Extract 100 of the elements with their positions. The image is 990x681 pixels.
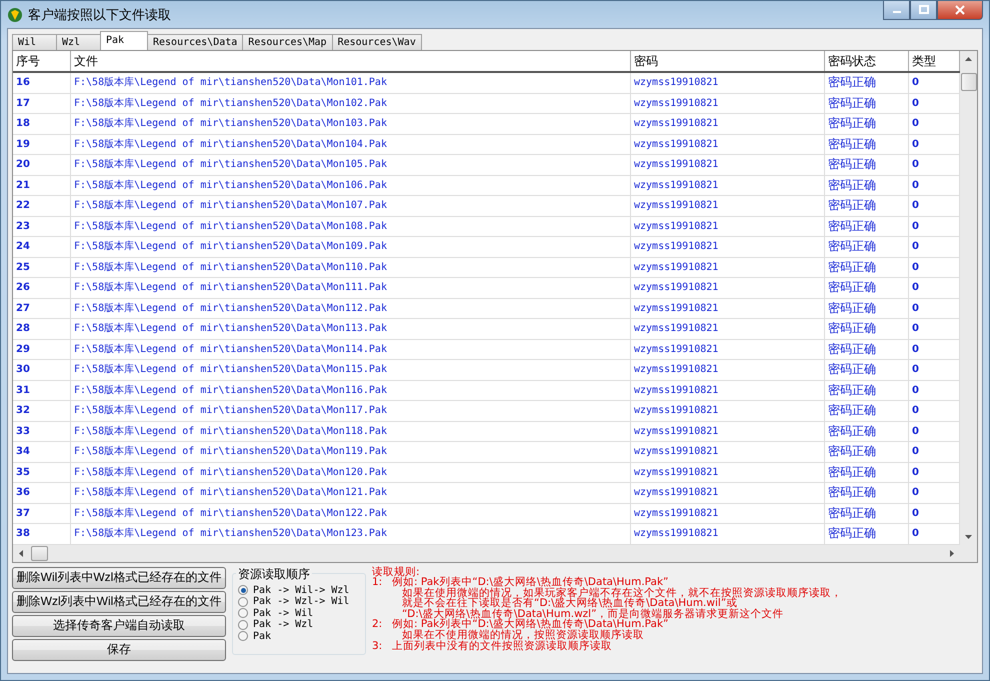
table-cell: 24 bbox=[13, 237, 71, 256]
table-cell: wzymss19910821 bbox=[631, 422, 825, 441]
table-cell: F:\58版本库\Legend of mir\tianshen520\Data\Mon107.Pak bbox=[71, 196, 631, 216]
table-cell: 密码正确 bbox=[825, 524, 909, 544]
tab[interactable]: Resources\Map bbox=[242, 34, 333, 50]
scroll-up-icon bbox=[965, 57, 972, 61]
table-cell: F:\58版本库\Legend of mir\tianshen520\Data\Mon123.Pak bbox=[71, 524, 631, 544]
action-button[interactable]: 选择传奇客户端自动读取 bbox=[12, 614, 226, 636]
table-cell: 密码正确 bbox=[825, 176, 909, 195]
radio-option[interactable]: Pak -> Wil-> Wzl bbox=[238, 584, 360, 596]
action-button[interactable]: 保存 bbox=[12, 638, 226, 660]
table-cell: 22 bbox=[13, 196, 71, 216]
radio-option[interactable]: Pak bbox=[238, 630, 360, 642]
table-cell: wzymss19910821 bbox=[631, 216, 825, 236]
table-cell: wzymss19910821 bbox=[631, 504, 825, 523]
table-cell: 密码正确 bbox=[825, 278, 909, 298]
table-cell: F:\58版本库\Legend of mir\tianshen520\Data\Mon122.Pak bbox=[71, 504, 631, 523]
table-cell: 21 bbox=[13, 176, 71, 195]
scroll-left-icon bbox=[19, 550, 23, 556]
table-cell: wzymss19910821 bbox=[631, 114, 825, 134]
table-cell: 29 bbox=[13, 340, 71, 359]
table-cell: F:\58版本库\Legend of mir\tianshen520\Data\Mon118.Pak bbox=[71, 422, 631, 441]
scroll-thumb[interactable] bbox=[31, 546, 48, 560]
table-cell: wzymss19910821 bbox=[631, 442, 825, 462]
table-cell: 密码正确 bbox=[825, 134, 909, 154]
close-button[interactable] bbox=[937, 1, 983, 20]
horizontal-scrollbar[interactable] bbox=[13, 544, 977, 562]
window-title: 客户端按照以下文件读取 bbox=[28, 6, 171, 24]
action-button[interactable]: 删除Wzl列表中Wil格式已经存在的文件 bbox=[12, 590, 226, 612]
maximize-button[interactable] bbox=[910, 1, 937, 20]
column-header[interactable]: 文件 bbox=[71, 51, 631, 71]
table-cell: 密码正确 bbox=[825, 237, 909, 256]
table-cell: 密码正确 bbox=[825, 340, 909, 359]
table-cell: wzymss19910821 bbox=[631, 340, 825, 359]
table-cell: wzymss19910821 bbox=[631, 401, 825, 420]
table-cell: 28 bbox=[13, 319, 71, 338]
table-cell: 17 bbox=[13, 94, 71, 113]
table-cell: 密码正确 bbox=[825, 319, 909, 338]
table-cell: F:\58版本库\Legend of mir\tianshen520\Data\Mon111.Pak bbox=[71, 278, 631, 298]
table-cell: F:\58版本库\Legend of mir\tianshen520\Data\Mon109.Pak bbox=[71, 237, 631, 256]
table-cell: 密码正确 bbox=[825, 258, 909, 277]
radio-option[interactable]: Pak -> Wil bbox=[238, 608, 360, 619]
column-header[interactable]: 序号 bbox=[13, 51, 71, 71]
table-cell: wzymss19910821 bbox=[631, 94, 825, 113]
table-cell: 26 bbox=[13, 278, 71, 298]
rule-text: 例如: Pak列表中“D:\盛大网络\热血传奇\Data\Hum.Pak” bbox=[392, 619, 668, 630]
table-cell: wzymss19910821 bbox=[631, 319, 825, 338]
table-cell: F:\58版本库\Legend of mir\tianshen520\Data\Mon113.Pak bbox=[71, 319, 631, 338]
table-cell: F:\58版本库\Legend of mir\tianshen520\Data\Mon105.Pak bbox=[71, 155, 631, 174]
tab[interactable]: Pak bbox=[100, 31, 148, 50]
rule-text: 如果在不使用微端的情况，按照资源读取顺序读取 bbox=[402, 630, 644, 641]
table-cell: wzymss19910821 bbox=[631, 196, 825, 216]
table-cell: 密码正确 bbox=[825, 504, 909, 523]
table-cell: wzymss19910821 bbox=[631, 155, 825, 174]
table-cell: 密码正确 bbox=[825, 73, 909, 92]
radio-button[interactable] bbox=[238, 608, 248, 618]
table-cell: wzymss19910821 bbox=[631, 462, 825, 482]
table-cell: wzymss19910821 bbox=[631, 134, 825, 154]
table-cell: F:\58版本库\Legend of mir\tianshen520\Data\Mon110.Pak bbox=[71, 258, 631, 277]
radio-option[interactable]: Pak -> Wzl bbox=[238, 619, 360, 630]
table-cell: F:\58版本库\Legend of mir\tianshen520\Data\Mon117.Pak bbox=[71, 401, 631, 420]
column-header[interactable]: 密码状态 bbox=[825, 51, 909, 71]
table-cell: 16 bbox=[13, 73, 71, 92]
table-cell: F:\58版本库\Legend of mir\tianshen520\Data\Mon115.Pak bbox=[71, 360, 631, 380]
tab[interactable]: Wzl bbox=[56, 34, 101, 50]
group-title: 资源读取顺序 bbox=[236, 566, 312, 582]
vertical-scrollbar[interactable] bbox=[960, 51, 977, 544]
radio-button[interactable] bbox=[238, 596, 248, 607]
table-cell: F:\58版本库\Legend of mir\tianshen520\Data\Mon102.Pak bbox=[71, 94, 631, 113]
table-cell: 31 bbox=[13, 380, 71, 400]
table-cell: 35 bbox=[13, 462, 71, 482]
table-cell: 18 bbox=[13, 114, 71, 134]
action-button[interactable]: 删除Wil列表中Wzl格式已经存在的文件 bbox=[12, 566, 226, 588]
column-header[interactable]: 密码 bbox=[631, 51, 825, 71]
tab[interactable]: Resources\Wav bbox=[332, 34, 422, 50]
table-cell: 34 bbox=[13, 442, 71, 462]
table-cell: 密码正确 bbox=[825, 483, 909, 502]
radio-button[interactable] bbox=[238, 585, 248, 596]
table-cell: 37 bbox=[13, 504, 71, 523]
radio-option[interactable]: Pak -> Wzl-> Wil bbox=[238, 596, 360, 608]
table-cell: 密码正确 bbox=[825, 401, 909, 420]
table-cell: 密码正确 bbox=[825, 442, 909, 462]
radio-button[interactable] bbox=[238, 620, 248, 630]
radio-button[interactable] bbox=[238, 631, 248, 642]
table-cell: wzymss19910821 bbox=[631, 258, 825, 277]
table-cell: 密码正确 bbox=[825, 216, 909, 236]
rule-number: 1: bbox=[372, 576, 382, 588]
table-cell: F:\58版本库\Legend of mir\tianshen520\Data\Mon116.Pak bbox=[71, 380, 631, 400]
minimize-button[interactable] bbox=[883, 1, 910, 20]
table-cell: F:\58版本库\Legend of mir\tianshen520\Data\Mon108.Pak bbox=[71, 216, 631, 236]
scroll-thumb[interactable] bbox=[960, 73, 976, 91]
table-cell: 密码正确 bbox=[825, 462, 909, 482]
table-cell: F:\58版本库\Legend of mir\tianshen520\Data\Mon112.Pak bbox=[71, 298, 631, 318]
table-cell: 19 bbox=[13, 134, 71, 154]
table-cell: F:\58版本库\Legend of mir\tianshen520\Data\Mon114.Pak bbox=[71, 340, 631, 359]
rule-text: 如果在使用微端的情况，如果玩家客户端不存在这个文件，就不在按照资源读取顺序读取， bbox=[401, 588, 842, 598]
table-cell: 密码正确 bbox=[825, 196, 909, 216]
tab[interactable]: Resources\Data bbox=[147, 34, 244, 50]
table-cell: 密码正确 bbox=[825, 155, 909, 174]
tab[interactable]: Wil bbox=[12, 34, 57, 50]
